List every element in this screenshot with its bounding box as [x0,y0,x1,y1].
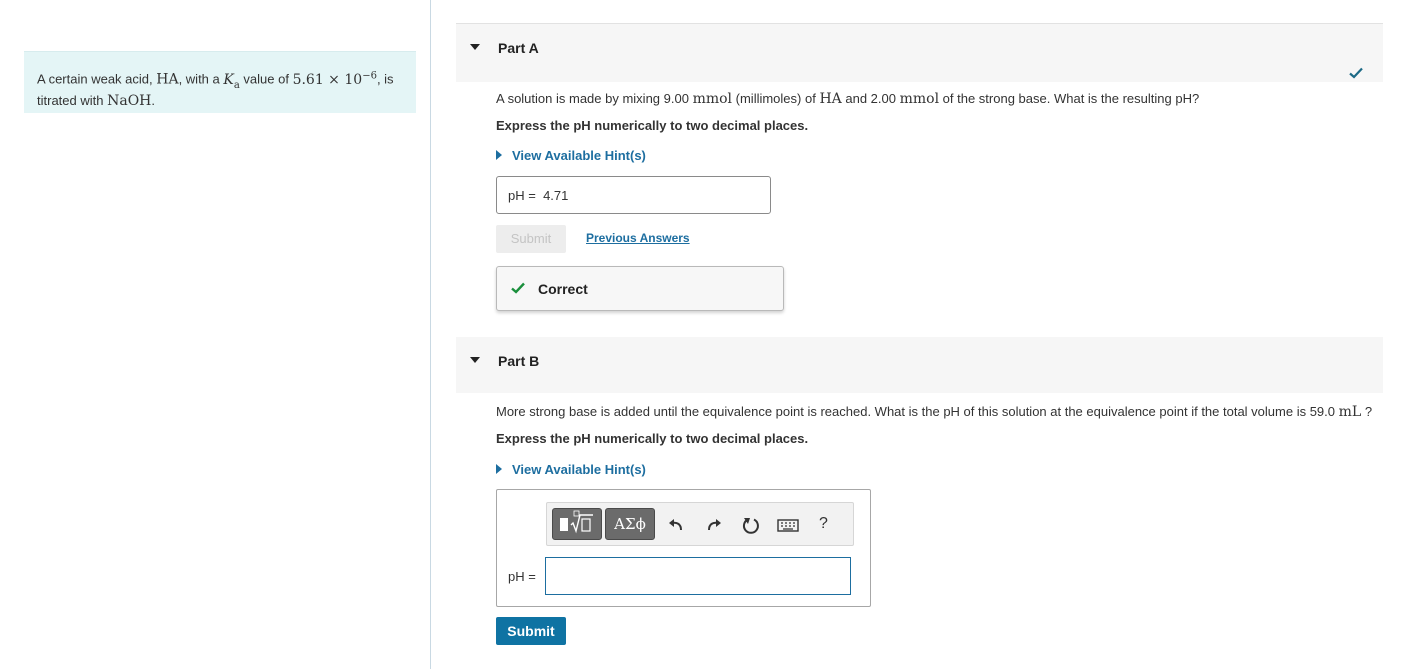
question-text: (millimoles) of [732,91,820,106]
undo-icon[interactable] [666,515,686,535]
unit-ml: mL [1338,404,1362,420]
acid-formula: HA [819,91,842,107]
intro-text: A certain weak acid, [37,71,157,87]
ka-exponent: −6 [362,70,377,81]
unit-mmol: mmol [899,91,940,107]
base-formula: NaOH [107,93,152,110]
ka-symbol: Ka [223,71,239,91]
unit-mmol: mmol [692,91,733,107]
feedback-text: Correct [538,281,588,297]
intro-text: value of [239,71,293,87]
part-a-title: Part A [498,40,539,56]
feedback-correct: Correct [496,266,784,311]
templates-button[interactable] [552,508,602,540]
expand-triangle-icon [496,150,502,160]
question-text: ? [1361,404,1373,419]
question-text: A solution is made by mixing 9.00 [496,91,693,106]
part-b-question: More strong base is added until the equi… [496,404,1372,420]
part-b-submit-button[interactable]: Submit [496,617,566,645]
part-b-answer-input[interactable] [545,557,851,595]
part-a-header[interactable]: Part A [456,23,1383,82]
hint-label: View Available Hint(s) [512,462,646,477]
previous-answers-link[interactable]: Previous Answers [586,231,690,245]
answer-label: pH = [508,188,536,203]
question-text: More strong base is added until the equi… [496,404,1339,419]
expand-triangle-icon [496,464,502,474]
acid-formula: HA [156,71,179,88]
part-a-question: A solution is made by mixing 9.00 mmol (… [496,91,1199,107]
part-a-submit-button[interactable]: Submit [496,225,566,253]
math-toolbar: ΑΣϕ ? [546,502,854,546]
help-button[interactable]: ? [819,515,828,533]
templates-icon [560,510,593,534]
part-a-answer-field[interactable]: pH = 4.71 [496,176,771,214]
ka-mantissa: 5.61 × 10 [292,71,363,88]
part-b-header[interactable]: Part B [456,337,1383,393]
ka-letter: K [223,71,234,88]
question-text: of the strong base. What is the resultin… [939,91,1200,106]
answer-editor: ΑΣϕ ? pH = [496,489,871,607]
problem-intro: A certain weak acid, HA, with a Ka value… [24,51,416,113]
hint-label: View Available Hint(s) [512,148,646,163]
ka-value: 5.61 × 10−6 [292,70,377,88]
reset-icon[interactable] [741,515,761,535]
collapse-caret-icon[interactable] [470,44,480,50]
left-pane: A certain weak acid, HA, with a Ka value… [0,0,431,669]
intro-text: , with a [178,71,224,87]
answer-value: 4.71 [543,188,569,203]
greek-symbols-button[interactable]: ΑΣϕ [605,508,655,540]
part-b-hint-toggle[interactable]: View Available Hint(s) [496,462,646,477]
part-b-title: Part B [498,353,540,369]
intro-text: . [151,93,156,109]
intro-text: , is [376,71,394,87]
keyboard-icon[interactable] [777,515,799,535]
check-icon [1349,67,1363,79]
check-icon [511,282,525,294]
part-b-instruction: Express the pH numerically to two decima… [496,431,809,446]
intro-text: titrated with [37,93,108,109]
answer-label: pH = [508,569,536,584]
redo-icon[interactable] [704,515,724,535]
part-a-hint-toggle[interactable]: View Available Hint(s) [496,148,646,163]
part-a-instruction: Express the pH numerically to two decima… [496,118,809,133]
question-text: and 2.00 [841,91,900,106]
collapse-caret-icon[interactable] [470,357,480,363]
